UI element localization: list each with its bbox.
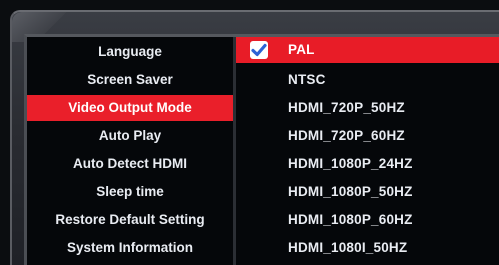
- category-label: Screen Saver: [87, 72, 173, 87]
- settings-category-list: Language Screen Saver Video Output Mode …: [27, 37, 233, 265]
- category-video-output-mode[interactable]: Video Output Mode: [27, 95, 233, 121]
- option-label: PAL: [288, 42, 315, 57]
- category-auto-detect-hdmi[interactable]: Auto Detect HDMI: [27, 151, 233, 177]
- category-label: Sleep time: [96, 184, 164, 199]
- option-hdmi-720p-60hz[interactable]: HDMI_720P_60HZ: [236, 123, 499, 149]
- category-sleep-time[interactable]: Sleep time: [27, 179, 233, 205]
- checkmark-icon: [250, 41, 268, 59]
- settings-menu-panel: Language Screen Saver Video Output Mode …: [24, 34, 499, 265]
- tv-frame: Language Screen Saver Video Output Mode …: [0, 0, 499, 265]
- option-hdmi-1080p-60hz[interactable]: HDMI_1080P_60HZ: [236, 207, 499, 233]
- category-auto-play[interactable]: Auto Play: [27, 123, 233, 149]
- category-label: Auto Play: [98, 128, 162, 143]
- option-hdmi-1080p-50hz[interactable]: HDMI_1080P_50HZ: [236, 179, 499, 205]
- option-ntsc[interactable]: NTSC: [236, 67, 499, 93]
- option-label: HDMI_1080I_50HZ: [288, 240, 408, 255]
- option-label: HDMI_720P_50HZ: [288, 100, 405, 115]
- option-label: HDMI_720P_60HZ: [288, 128, 405, 143]
- category-language[interactable]: Language: [27, 39, 233, 65]
- option-hdmi-1080i-50hz[interactable]: HDMI_1080I_50HZ: [236, 235, 499, 261]
- category-label: Video Output Mode: [68, 100, 192, 115]
- option-label: HDMI_1080P_60HZ: [288, 212, 413, 227]
- category-label: Auto Detect HDMI: [73, 156, 187, 171]
- option-label: HDMI_1080P_50HZ: [288, 184, 413, 199]
- option-label: HDMI_1080P_24HZ: [288, 156, 413, 171]
- category-label: Restore Default Setting: [55, 212, 205, 227]
- video-output-option-list: PAL NTSC HDMI_720P_50HZ HDMI_720P_60HZ H…: [236, 37, 499, 265]
- category-label: System Information: [66, 240, 194, 255]
- category-label: Language: [98, 44, 162, 59]
- category-screen-saver[interactable]: Screen Saver: [27, 67, 233, 93]
- option-pal[interactable]: PAL: [236, 37, 499, 63]
- category-system-information[interactable]: System Information: [27, 235, 233, 261]
- option-hdmi-720p-50hz[interactable]: HDMI_720P_50HZ: [236, 95, 499, 121]
- category-restore-default-setting[interactable]: Restore Default Setting: [27, 207, 233, 233]
- option-label: NTSC: [288, 72, 326, 87]
- option-hdmi-1080p-24hz[interactable]: HDMI_1080P_24HZ: [236, 151, 499, 177]
